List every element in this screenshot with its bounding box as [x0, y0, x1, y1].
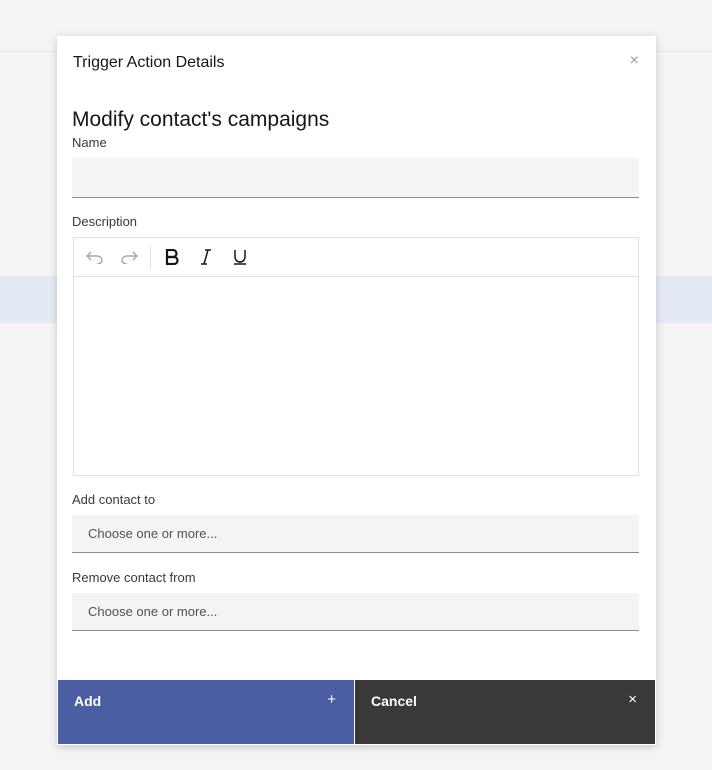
remove-contact-from-label: Remove contact from: [72, 570, 196, 585]
remove-contact-from-select[interactable]: Choose one or more...: [72, 593, 639, 631]
description-editor: [73, 237, 639, 476]
section-heading: Modify contact's campaigns: [72, 108, 330, 131]
name-label: Name: [72, 135, 107, 150]
bold-icon[interactable]: [157, 242, 187, 272]
close-icon[interactable]: ×: [630, 53, 639, 69]
close-icon: ×: [628, 691, 637, 708]
italic-icon[interactable]: [191, 242, 221, 272]
modal-footer: Add + Cancel ×: [58, 680, 655, 744]
description-label: Description: [72, 214, 138, 229]
description-text-area[interactable]: [74, 277, 638, 475]
add-contact-to-label: Add contact to: [72, 492, 156, 507]
cancel-button-label: Cancel: [371, 693, 417, 709]
redo-icon[interactable]: [114, 242, 144, 272]
cancel-button[interactable]: Cancel ×: [355, 680, 655, 744]
add-button[interactable]: Add +: [58, 680, 355, 744]
editor-toolbar: [74, 238, 638, 277]
add-contact-to-select[interactable]: Choose one or more...: [72, 515, 639, 553]
toolbar-divider: [150, 245, 151, 269]
add-button-label: Add: [74, 693, 102, 709]
trigger-action-modal: Trigger Action Details × Modify contact'…: [57, 36, 656, 745]
undo-icon[interactable]: [80, 242, 110, 272]
underline-icon[interactable]: [225, 242, 255, 272]
name-input[interactable]: [72, 158, 639, 198]
plus-icon: +: [327, 691, 336, 708]
modal-title: Trigger Action Details: [73, 54, 225, 71]
